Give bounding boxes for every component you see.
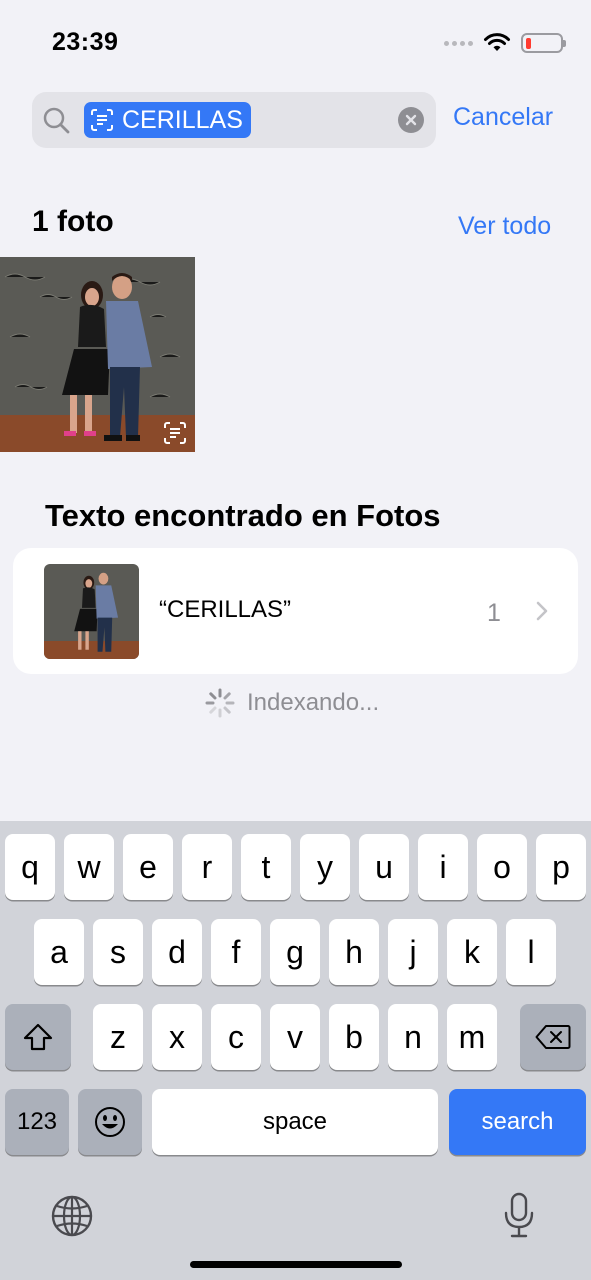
live-text-icon bbox=[91, 109, 113, 131]
text-found-title: Texto encontrado en Fotos bbox=[45, 498, 441, 533]
photos-section-title: 1 foto bbox=[32, 205, 114, 238]
key-h[interactable]: h bbox=[329, 919, 379, 985]
see-all-link[interactable]: Ver todo bbox=[458, 212, 551, 241]
key-n[interactable]: n bbox=[388, 1004, 438, 1070]
globe-icon[interactable] bbox=[50, 1194, 94, 1238]
key-x[interactable]: x bbox=[152, 1004, 202, 1070]
key-w[interactable]: w bbox=[64, 834, 114, 900]
numbers-key[interactable]: 123 bbox=[5, 1089, 69, 1155]
cellular-signal-icon bbox=[444, 40, 473, 46]
chevron-right-icon bbox=[536, 601, 548, 621]
indexing-label: Indexando... bbox=[247, 689, 380, 716]
search-token[interactable]: CERILLAS bbox=[84, 102, 251, 138]
key-t[interactable]: t bbox=[241, 834, 291, 900]
key-a[interactable]: a bbox=[34, 919, 84, 985]
result-count: 1 bbox=[487, 599, 501, 627]
key-z[interactable]: z bbox=[93, 1004, 143, 1070]
microphone-icon[interactable] bbox=[502, 1191, 536, 1241]
live-text-icon bbox=[164, 422, 186, 444]
backspace-icon bbox=[535, 1025, 571, 1049]
delete-key[interactable] bbox=[520, 1004, 586, 1070]
key-b[interactable]: b bbox=[329, 1004, 379, 1070]
key-u[interactable]: u bbox=[359, 834, 409, 900]
shift-key[interactable] bbox=[5, 1004, 71, 1070]
result-thumbnail bbox=[44, 564, 139, 659]
search-bar[interactable]: CERILLAS bbox=[32, 92, 436, 148]
indexing-status: Indexando... bbox=[205, 688, 379, 718]
keyboard: q w e r t y u i o p a s d f g h j k l z … bbox=[0, 821, 591, 1280]
close-icon bbox=[405, 114, 417, 126]
search-token-label: CERILLAS bbox=[122, 105, 243, 134]
key-e[interactable]: e bbox=[123, 834, 173, 900]
clear-search-button[interactable] bbox=[398, 107, 424, 133]
key-s[interactable]: s bbox=[93, 919, 143, 985]
key-m[interactable]: m bbox=[447, 1004, 497, 1070]
key-p[interactable]: p bbox=[536, 834, 586, 900]
cancel-button[interactable]: Cancelar bbox=[453, 103, 553, 132]
text-result-row[interactable]: “CERILLAS” 1 bbox=[13, 548, 578, 674]
key-q[interactable]: q bbox=[5, 834, 55, 900]
search-icon bbox=[43, 107, 70, 134]
key-i[interactable]: i bbox=[418, 834, 468, 900]
result-text: “CERILLAS” bbox=[159, 596, 292, 623]
space-key[interactable]: space bbox=[152, 1089, 438, 1155]
key-y[interactable]: y bbox=[300, 834, 350, 900]
key-f[interactable]: f bbox=[211, 919, 261, 985]
key-o[interactable]: o bbox=[477, 834, 527, 900]
search-key[interactable]: search bbox=[449, 1089, 586, 1155]
key-j[interactable]: j bbox=[388, 919, 438, 985]
key-g[interactable]: g bbox=[270, 919, 320, 985]
key-k[interactable]: k bbox=[447, 919, 497, 985]
shift-icon bbox=[23, 1023, 53, 1051]
key-r[interactable]: r bbox=[182, 834, 232, 900]
emoji-icon bbox=[95, 1107, 125, 1137]
emoji-key[interactable] bbox=[78, 1089, 142, 1155]
home-indicator bbox=[190, 1261, 402, 1268]
photo-thumbnail[interactable] bbox=[0, 257, 195, 452]
key-c[interactable]: c bbox=[211, 1004, 261, 1070]
wifi-icon bbox=[484, 33, 510, 51]
spinner-icon bbox=[205, 688, 235, 718]
key-l[interactable]: l bbox=[506, 919, 556, 985]
key-v[interactable]: v bbox=[270, 1004, 320, 1070]
key-d[interactable]: d bbox=[152, 919, 202, 985]
status-icons bbox=[444, 33, 566, 53]
status-time: 23:39 bbox=[52, 28, 119, 56]
battery-icon bbox=[521, 33, 566, 53]
